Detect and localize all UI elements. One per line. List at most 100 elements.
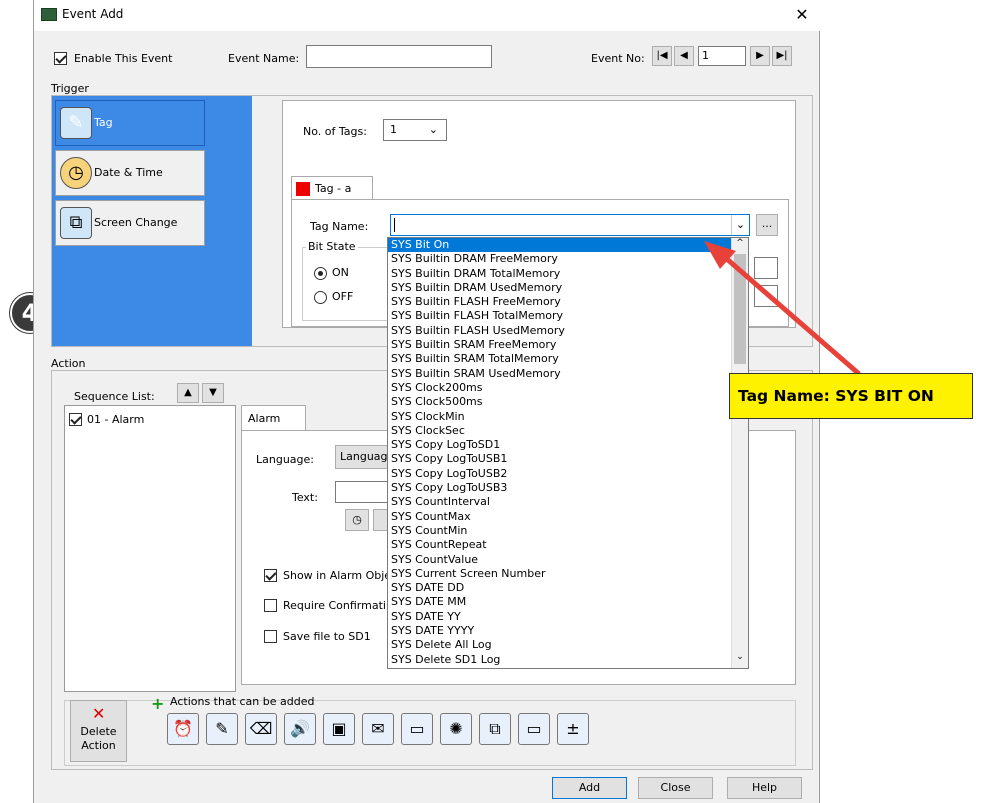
tab-alarm[interactable]: Alarm [241, 405, 306, 431]
delete-action-button[interactable]: ✕ Delete Action [70, 700, 127, 762]
event-no-label: Event No: [591, 52, 645, 65]
last-event-button[interactable]: ▶| [772, 46, 792, 66]
folder-action-icon[interactable]: ▭ [401, 713, 433, 745]
dropdown-item[interactable]: SYS Builtin DRAM FreeMemory [388, 252, 731, 266]
help-button[interactable]: Help [727, 777, 802, 799]
email-action-icon[interactable]: ✉ [362, 713, 394, 745]
dropdown-item[interactable]: SYS Copy LogToUSB1 [388, 452, 731, 466]
move-down-button[interactable]: ▼ [202, 383, 224, 403]
enable-event-label: Enable This Event [74, 52, 173, 65]
event-name-input[interactable] [306, 45, 492, 68]
trigger-tag-label: Tag [94, 116, 113, 129]
app-icon [41, 8, 57, 21]
dropdown-item[interactable]: SYS Current Screen Number [388, 567, 731, 581]
alarm-action-icon[interactable]: ⏰ [167, 713, 199, 745]
browse-tag-button[interactable]: ... [756, 214, 778, 236]
dropdown-item[interactable]: SYS Builtin FLASH UsedMemory [388, 324, 731, 338]
math-action-icon[interactable]: ± [557, 713, 589, 745]
move-up-button[interactable]: ▲ [177, 383, 199, 403]
tab-tag-a[interactable]: Tag - a [291, 176, 373, 200]
dropdown-item[interactable]: SYS Builtin SRAM UsedMemory [388, 367, 731, 381]
next-event-button[interactable]: ▶ [750, 46, 770, 66]
close-button[interactable]: Close [638, 777, 713, 799]
screenshot-action-icon[interactable]: ▣ [323, 713, 355, 745]
no-of-tags-label: No. of Tags: [303, 125, 367, 138]
no-of-tags-select[interactable]: 1 ⌄ [383, 119, 447, 141]
dropdown-item[interactable]: SYS ClockSec [388, 424, 731, 438]
prev-event-button[interactable]: ◀ [674, 46, 694, 66]
erase-action-icon[interactable]: ⌫ [245, 713, 277, 745]
show-in-alarm-checkbox[interactable] [264, 569, 277, 582]
dropdown-item[interactable]: SYS Delete All Log [388, 638, 731, 652]
dropdown-item[interactable]: SYS Builtin SRAM TotalMemory [388, 352, 731, 366]
trigger-screen-change-button[interactable]: ⧉ Screen Change [55, 200, 205, 246]
dropdown-item[interactable]: SYS Delete SD1 Log [388, 653, 731, 667]
dropdown-item[interactable]: SYS Builtin SRAM FreeMemory [388, 338, 731, 352]
window-action-icon[interactable]: ▭ [518, 713, 550, 745]
trigger-tag-button[interactable]: ✎ Tag [55, 100, 205, 146]
text-label: Text: [292, 491, 318, 504]
backlight-action-icon[interactable]: ✺ [440, 713, 472, 745]
trigger-date-time-button[interactable]: ◷ Date & Time [55, 150, 205, 196]
sequence-list[interactable]: 01 - Alarm [64, 405, 236, 692]
clock-icon: ◷ [352, 513, 362, 526]
dropdown-item[interactable]: SYS Bit On [388, 238, 731, 253]
chevron-down-icon[interactable]: ⌄ [731, 215, 749, 235]
dropdown-item[interactable]: SYS ClockMin [388, 410, 731, 424]
dropdown-item[interactable]: SYS Builtin DRAM UsedMemory [388, 281, 731, 295]
scroll-down-icon[interactable]: ⌄ [732, 652, 748, 666]
trigger-section-label: Trigger [51, 82, 89, 95]
bit-state-label: Bit State [306, 240, 358, 253]
language-select[interactable]: Languag [335, 445, 395, 469]
dropdown-item[interactable]: SYS CountMin [388, 524, 731, 538]
clock-insert-button[interactable]: ◷ [345, 509, 369, 531]
bit-state-off-radio[interactable] [314, 291, 327, 304]
sequence-item-checkbox[interactable] [69, 413, 82, 426]
delete-action-label: Delete [80, 725, 117, 738]
tag-name-callout: Tag Name: SYS BIT ON [729, 373, 973, 419]
save-file-checkbox[interactable] [264, 630, 277, 643]
dropdown-item[interactable]: SYS DATE YY [388, 610, 731, 624]
enable-event-checkbox[interactable] [54, 52, 67, 65]
alarm-text-input[interactable] [335, 481, 395, 503]
dropdown-item[interactable]: SYS DATE DD [388, 581, 731, 595]
dropdown-item[interactable]: SYS CountMax [388, 510, 731, 524]
first-event-button[interactable]: |◀ [652, 46, 672, 66]
dropdown-item[interactable]: SYS Builtin FLASH TotalMemory [388, 309, 731, 323]
dropdown-item[interactable]: SYS Clock200ms [388, 381, 731, 395]
dropdown-item[interactable]: SYS Copy LogToUSB3 [388, 481, 731, 495]
event-no-input[interactable]: 1 [698, 46, 746, 66]
tag-name-combobox[interactable]: ⌄ [390, 214, 750, 236]
tab-alarm-label: Alarm [248, 412, 281, 425]
window-title: Event Add [62, 7, 124, 21]
tag-icon: ✎ [60, 107, 92, 139]
chevron-down-icon: ⌄ [428, 123, 438, 136]
sequence-item-01-alarm[interactable]: 01 - Alarm [87, 413, 144, 426]
add-button[interactable]: Add [552, 777, 627, 799]
sequence-list-label: Sequence List: [74, 390, 155, 403]
require-confirm-checkbox[interactable] [264, 599, 277, 612]
dropdown-item[interactable]: SYS Copy LogToUSB2 [388, 467, 731, 481]
show-in-alarm-label: Show in Alarm Obje [283, 569, 392, 582]
bit-state-on-label: ON [332, 266, 349, 279]
sound-action-icon[interactable]: 🔊 [284, 713, 316, 745]
dropdown-item[interactable]: SYS Builtin DRAM TotalMemory [388, 267, 731, 281]
dropdown-item[interactable]: SYS CountValue [388, 553, 731, 567]
bit-state-on-radio[interactable] [314, 267, 327, 280]
dropdown-item[interactable]: SYS CountRepeat [388, 538, 731, 552]
screen-change-icon: ⧉ [60, 207, 92, 239]
trigger-screen-change-label: Screen Change [94, 216, 178, 229]
trigger-list-panel: ✎ Tag ◷ Date & Time ⧉ Screen Change [52, 96, 252, 346]
tab-tag-a-label: Tag - a [315, 182, 352, 195]
dropdown-item[interactable]: SYS DATE YYYY [388, 624, 731, 638]
dropdown-item[interactable]: SYS Builtin FLASH FreeMemory [388, 295, 731, 309]
dropdown-item[interactable]: SYS CountInterval [388, 495, 731, 509]
dropdown-item[interactable]: SYS DATE MM [388, 595, 731, 609]
dropdown-item[interactable]: SYS Clock500ms [388, 395, 731, 409]
dropdown-item[interactable]: SYS Copy LogToSD1 [388, 438, 731, 452]
language-label: Language: [256, 453, 314, 466]
set-tag-action-icon[interactable]: ✎ [206, 713, 238, 745]
screen-change-action-icon[interactable]: ⧉ [479, 713, 511, 745]
text-caret [394, 218, 395, 232]
close-icon[interactable]: ✕ [790, 4, 814, 26]
